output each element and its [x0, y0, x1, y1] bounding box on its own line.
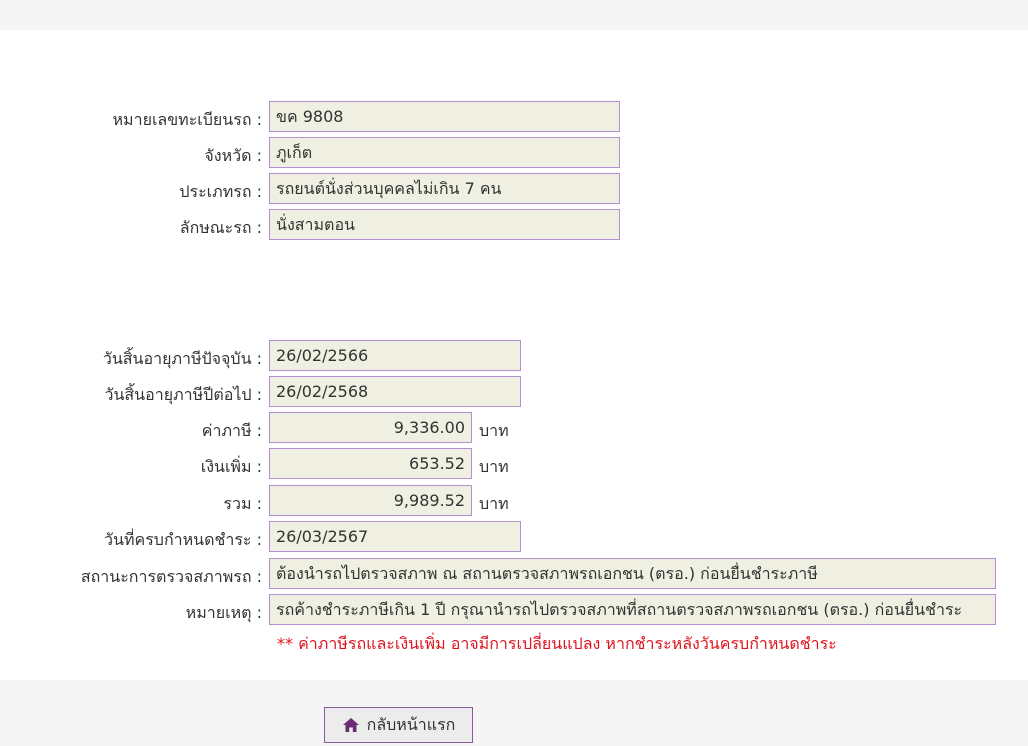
inspection-row: สถานะการตรวจสภาพรถ : ต้องนำรถไปตรวจสภาพ …: [0, 558, 1028, 591]
province-label: จังหวัด :: [204, 146, 262, 165]
inspection-field[interactable]: ต้องนำรถไปตรวจสภาพ ณ สถานตรวจสภาพรถเอกชน…: [269, 558, 996, 589]
total-field[interactable]: 9,989.52: [269, 485, 472, 516]
province-field[interactable]: ภูเก็ต: [269, 137, 620, 168]
home-button[interactable]: กลับหน้าแรก: [324, 707, 473, 743]
due-date-label: วันที่ครบกำหนดชำระ :: [104, 530, 262, 549]
surcharge-unit: บาท: [479, 457, 509, 476]
surcharge-row: เงินเพิ่ม : 653.52 บาท: [0, 448, 1028, 481]
next-expiry-row: วันสิ้นอายุภาษีปีต่อไป : 26/02/2568: [0, 376, 1028, 409]
current-expiry-field[interactable]: 26/02/2566: [269, 340, 521, 371]
due-date-field[interactable]: 26/03/2567: [269, 521, 521, 552]
plate-row: หมายเลขทะเบียนรถ : ขค 9808: [0, 101, 1028, 134]
type-field[interactable]: รถยนต์นั่งส่วนบุคคลไม่เกิน 7 คน: [269, 173, 620, 204]
type-label: ประเภทรถ :: [179, 182, 262, 201]
inspection-label: สถานะการตรวจสภาพรถ :: [80, 567, 262, 586]
plate-label: หมายเลขทะเบียนรถ :: [112, 110, 263, 129]
tax-row: ค่าภาษี : 9,336.00 บาท: [0, 412, 1028, 445]
total-label: รวม :: [223, 494, 262, 513]
surcharge-label: เงินเพิ่ม :: [200, 457, 262, 476]
warning-note: ** ค่าภาษีรถและเงินเพิ่ม อาจมีการเปลี่ยน…: [277, 634, 837, 653]
next-expiry-field[interactable]: 26/02/2568: [269, 376, 521, 407]
style-row: ลักษณะรถ : นั่งสามตอน: [0, 209, 1028, 242]
remark-label: หมายเหตุ :: [185, 603, 262, 622]
total-row: รวม : 9,989.52 บาท: [0, 485, 1028, 518]
type-row: ประเภทรถ : รถยนต์นั่งส่วนบุคคลไม่เกิน 7 …: [0, 173, 1028, 206]
tax-unit: บาท: [479, 421, 509, 440]
top-band: [0, 0, 1028, 30]
due-date-row: วันที่ครบกำหนดชำระ : 26/03/2567: [0, 521, 1028, 554]
style-field[interactable]: นั่งสามตอน: [269, 209, 620, 240]
next-expiry-label: วันสิ้นอายุภาษีปีต่อไป :: [104, 385, 262, 404]
home-icon: [342, 718, 359, 732]
home-button-label: กลับหน้าแรก: [366, 714, 456, 734]
style-label: ลักษณะรถ :: [179, 218, 262, 237]
tax-label: ค่าภาษี :: [201, 421, 262, 440]
total-unit: บาท: [479, 494, 509, 513]
tax-field[interactable]: 9,336.00: [269, 412, 472, 443]
remark-row: หมายเหตุ : รถค้างชำระภาษีเกิน 1 ปี กรุณา…: [0, 594, 1028, 627]
current-expiry-row: วันสิ้นอายุภาษีปัจจุบัน : 26/02/2566: [0, 340, 1028, 373]
remark-field[interactable]: รถค้างชำระภาษีเกิน 1 ปี กรุณานำรถไปตรวจส…: [269, 594, 996, 625]
current-expiry-label: วันสิ้นอายุภาษีปัจจุบัน :: [102, 349, 262, 368]
surcharge-field[interactable]: 653.52: [269, 448, 472, 479]
plate-field[interactable]: ขค 9808: [269, 101, 620, 132]
bottom-band: [0, 680, 1028, 746]
province-row: จังหวัด : ภูเก็ต: [0, 137, 1028, 170]
